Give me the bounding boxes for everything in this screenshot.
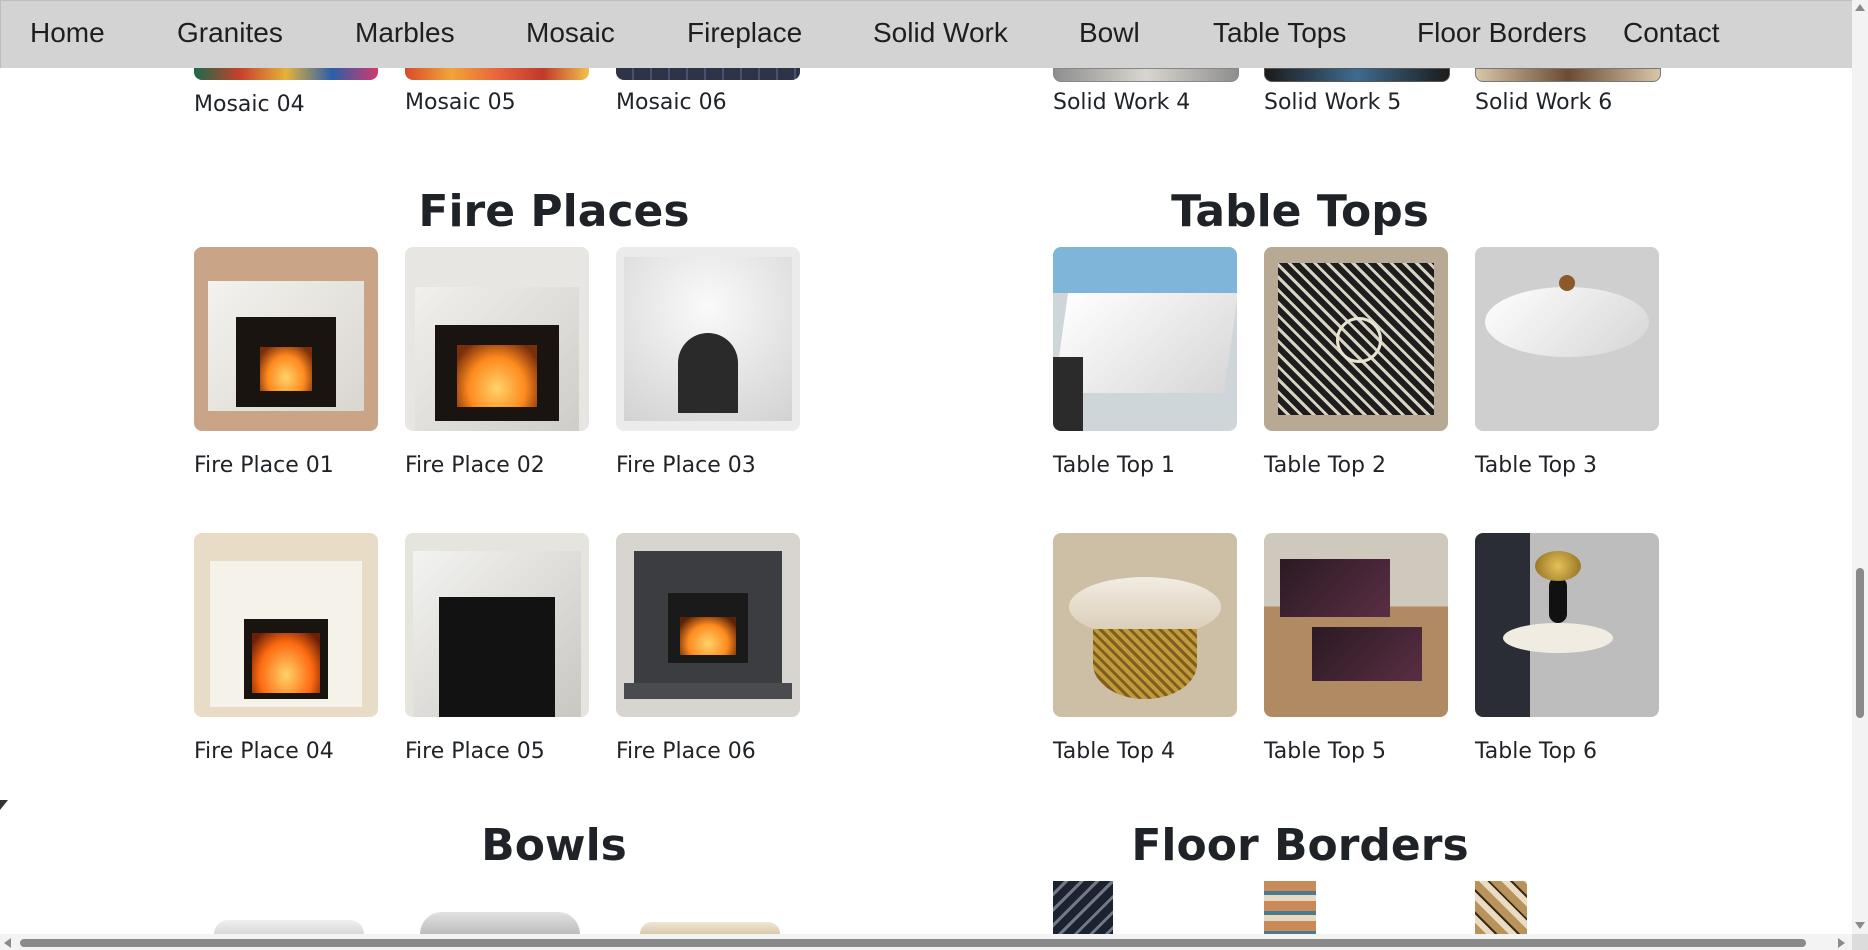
nav-link-home[interactable]: Home	[30, 17, 105, 49]
scroll-right-arrow-icon[interactable]	[1838, 938, 1845, 948]
solid-work-caption: Solid Work 4	[1053, 90, 1191, 115]
nav-link-marbles[interactable]: Marbles	[355, 17, 455, 49]
table-top-image[interactable]	[1053, 533, 1237, 717]
table-top-caption: Table Top 6	[1475, 739, 1597, 764]
fire-place-card[interactable]: Fire Place 05	[405, 533, 589, 764]
fire-place-image[interactable]	[616, 533, 800, 717]
solid-work-card[interactable]: Solid Work 5	[1264, 68, 1450, 115]
table-top-card[interactable]: Table Top 1	[1053, 247, 1237, 478]
fire-place-image[interactable]	[405, 247, 589, 431]
fire-place-image[interactable]	[405, 533, 589, 717]
floor-borders-heading: Floor Borders	[1131, 820, 1469, 871]
solid-work-card[interactable]: Solid Work 6	[1475, 68, 1661, 115]
fire-place-caption: Fire Place 03	[616, 453, 756, 478]
fire-place-caption: Fire Place 04	[194, 739, 334, 764]
floor-border-image[interactable]	[1053, 881, 1113, 934]
nav-link-bowl[interactable]: Bowl	[1079, 17, 1140, 49]
mosaic-card[interactable]: Mosaic 04	[194, 68, 378, 117]
nav-link-floor-borders[interactable]: Floor Borders	[1417, 17, 1587, 49]
nav-link-granites[interactable]: Granites	[177, 17, 283, 49]
solid-work-caption: Solid Work 5	[1264, 90, 1402, 115]
fire-place-card[interactable]: Fire Place 06	[616, 533, 800, 764]
fire-place-caption: Fire Place 06	[616, 739, 756, 764]
scroll-down-arrow-icon[interactable]	[1855, 922, 1865, 929]
table-top-caption: Table Top 4	[1053, 739, 1175, 764]
table-top-card[interactable]: Table Top 2	[1264, 247, 1448, 478]
fire-place-image[interactable]	[194, 247, 378, 431]
fire-place-card[interactable]: Fire Place 02	[405, 247, 589, 478]
mosaic-card[interactable]: Mosaic 05	[405, 68, 589, 115]
mosaic-image[interactable]	[194, 68, 378, 80]
horizontal-scrollbar-thumb[interactable]	[20, 939, 1806, 947]
nav-link-mosaic[interactable]: Mosaic	[526, 17, 615, 49]
nav-link-solid-work[interactable]: Solid Work	[873, 17, 1008, 49]
fire-place-card[interactable]: Fire Place 01	[194, 247, 378, 478]
bowls-heading: Bowls	[481, 820, 627, 871]
table-top-caption: Table Top 3	[1475, 453, 1597, 478]
table-top-card[interactable]: Table Top 6	[1475, 533, 1659, 764]
nav-link-contact[interactable]: Contact	[1623, 17, 1720, 49]
solid-work-image[interactable]	[1053, 68, 1239, 82]
solid-work-caption: Solid Work 6	[1475, 90, 1613, 115]
solid-work-card[interactable]: Solid Work 4	[1053, 68, 1239, 115]
table-top-image[interactable]	[1264, 247, 1448, 431]
table-top-image[interactable]	[1264, 533, 1448, 717]
table-top-caption: Table Top 2	[1264, 453, 1386, 478]
scroll-up-arrow-icon[interactable]	[1855, 4, 1865, 11]
solid-work-image[interactable]	[1264, 68, 1450, 82]
mosaic-image[interactable]	[405, 68, 589, 80]
fire-place-caption: Fire Place 01	[194, 453, 334, 478]
bowl-image[interactable]	[640, 922, 780, 934]
bowl-image[interactable]	[420, 912, 580, 934]
table-top-caption: Table Top 1	[1053, 453, 1175, 478]
mosaic-image[interactable]	[616, 68, 800, 80]
fire-place-caption: Fire Place 05	[405, 739, 545, 764]
mouse-cursor-icon	[0, 800, 8, 810]
mosaic-caption: Mosaic 05	[405, 90, 516, 115]
vertical-scrollbar[interactable]	[1852, 0, 1868, 950]
horizontal-scrollbar[interactable]	[0, 934, 1852, 950]
table-top-caption: Table Top 5	[1264, 739, 1386, 764]
table-top-card[interactable]: Table Top 3	[1475, 247, 1659, 478]
vertical-scrollbar-thumb[interactable]	[1856, 568, 1864, 718]
mosaic-card[interactable]: Mosaic 06	[616, 68, 800, 115]
top-navigation-bar: Home Granites Marbles Mosaic Fireplace S…	[0, 0, 1852, 68]
table-top-card[interactable]: Table Top 4	[1053, 533, 1237, 764]
table-top-image[interactable]	[1053, 247, 1237, 431]
floor-border-image[interactable]	[1475, 881, 1527, 934]
mosaic-caption: Mosaic 04	[194, 92, 305, 117]
table-top-card[interactable]: Table Top 5	[1264, 533, 1448, 764]
table-tops-heading: Table Tops	[1171, 186, 1429, 237]
fire-place-card[interactable]: Fire Place 03	[616, 247, 800, 478]
fire-places-heading: Fire Places	[418, 186, 690, 237]
scrollbar-corner	[1852, 934, 1868, 950]
fire-place-caption: Fire Place 02	[405, 453, 545, 478]
solid-work-image[interactable]	[1475, 68, 1661, 82]
nav-link-fireplace[interactable]: Fireplace	[687, 17, 802, 49]
table-top-image[interactable]	[1475, 247, 1659, 431]
table-top-image[interactable]	[1475, 533, 1659, 717]
mosaic-caption: Mosaic 06	[616, 90, 727, 115]
fire-place-card[interactable]: Fire Place 04	[194, 533, 378, 764]
scroll-left-arrow-icon[interactable]	[4, 938, 11, 948]
fire-place-image[interactable]	[616, 247, 800, 431]
floor-border-image[interactable]	[1264, 881, 1316, 934]
bowl-image[interactable]	[214, 920, 364, 934]
fire-place-image[interactable]	[194, 533, 378, 717]
nav-link-table-tops[interactable]: Table Tops	[1213, 17, 1346, 49]
